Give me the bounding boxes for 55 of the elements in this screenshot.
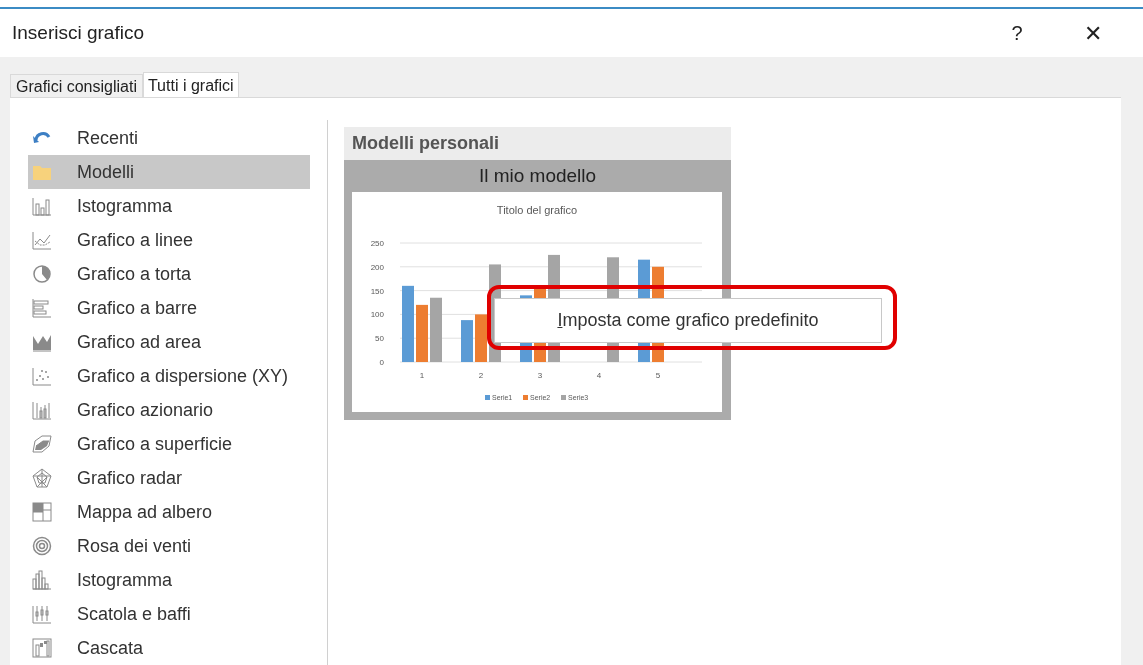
- box-plot-icon: [32, 604, 52, 624]
- scatter-chart-icon: [32, 366, 52, 386]
- sidebar-item[interactable]: Grafico a barre: [28, 291, 310, 325]
- chart-bar: [475, 314, 487, 362]
- legend-swatch: [561, 395, 566, 400]
- sidebar-item[interactable]: Grafico a dispersione (XY): [28, 359, 310, 393]
- sunburst-icon: [32, 536, 52, 556]
- axis-label: 50: [375, 334, 384, 344]
- axis-label: 250: [370, 239, 384, 248]
- legend-swatch: [523, 395, 528, 400]
- template-name[interactable]: Il mio modello: [344, 160, 731, 192]
- axis-label: 100: [370, 310, 384, 320]
- waterfall-chart-icon: [32, 638, 52, 658]
- sidebar-item[interactable]: Istogramma: [28, 563, 310, 597]
- axis-label: 150: [370, 286, 384, 296]
- sidebar-item[interactable]: Rosa dei venti: [28, 529, 310, 563]
- sidebar-item[interactable]: Grafico azionario: [28, 393, 310, 427]
- sidebar-item[interactable]: Grafico a torta: [28, 257, 310, 291]
- tab[interactable]: Tutti i grafici: [142, 72, 239, 98]
- axis-label: 4: [596, 371, 602, 380]
- bar-chart-icon: [32, 298, 52, 318]
- close-button[interactable]: ✕: [1073, 16, 1113, 50]
- axis-label: 200: [370, 262, 384, 272]
- chart-bar: [461, 320, 473, 362]
- chart-bar: [430, 297, 442, 362]
- sidebar-item[interactable]: Mappa ad albero: [28, 495, 310, 529]
- sidebar-item[interactable]: Grafico ad area: [28, 325, 310, 359]
- window-title: Inserisci grafico: [12, 20, 144, 45]
- help-button[interactable]: ?: [997, 16, 1037, 50]
- legend-swatch: [485, 395, 490, 400]
- axis-label: 0: [379, 358, 384, 367]
- surface-chart-icon: [32, 434, 52, 454]
- line-chart-icon: [32, 230, 52, 250]
- sidebar-item[interactable]: Grafico a superficie: [28, 427, 310, 461]
- radar-chart-icon: [32, 468, 52, 488]
- sidebar-item[interactable]: Modelli: [28, 155, 310, 189]
- sidebar-item[interactable]: Istogramma: [28, 189, 310, 223]
- chart-title: Titolo del grafico: [496, 204, 578, 216]
- sidebar-item[interactable]: Grafico a linee: [28, 223, 310, 257]
- treemap-icon: [32, 502, 52, 522]
- column-chart-icon: [32, 196, 52, 216]
- axis-label: 5: [655, 371, 661, 380]
- axis-label: 3: [537, 371, 543, 380]
- axis-label: 1: [419, 371, 425, 380]
- sidebar-item[interactable]: Scatola e baffi: [28, 597, 310, 631]
- sidebar-item[interactable]: Cascata: [28, 631, 310, 665]
- axis-label: 2: [478, 371, 484, 380]
- histogram-icon: [32, 570, 52, 590]
- sidebar-item[interactable]: Recenti: [28, 121, 310, 155]
- stock-chart-icon: [32, 400, 52, 420]
- sidebar-item[interactable]: Grafico radar: [28, 461, 310, 495]
- pie-chart-icon: [32, 264, 52, 284]
- chart-bar: [416, 304, 428, 362]
- section-title: Modelli personali: [344, 127, 731, 160]
- tab[interactable]: Grafici consigliati: [10, 74, 143, 97]
